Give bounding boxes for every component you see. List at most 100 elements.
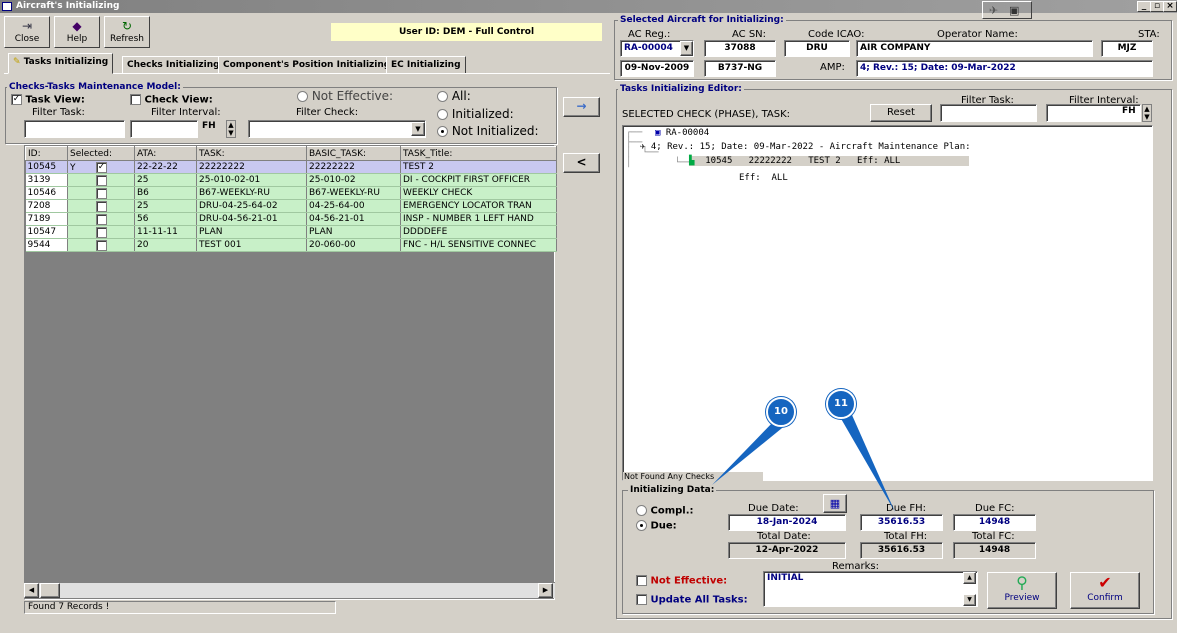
cell-task: DRU-04-25-64-02 xyxy=(196,199,307,213)
due-fc-field[interactable]: 14948 xyxy=(953,514,1036,531)
help-button[interactable]: ◆ Help xyxy=(54,16,100,48)
tree-node-eff[interactable]: Eff: ALL xyxy=(739,173,788,183)
row-select-checkbox[interactable] xyxy=(96,239,107,251)
task-view-toggle[interactable]: ✓ Task View: xyxy=(11,94,85,106)
column-header[interactable]: TASK_Title: xyxy=(400,146,557,161)
all-radio[interactable]: All: xyxy=(437,89,471,103)
add-task-arrow-button[interactable]: → xyxy=(563,97,600,117)
remove-task-arrow-button[interactable]: < xyxy=(563,153,600,173)
radio-icon xyxy=(297,91,308,102)
not-effective-checkbox[interactable] xyxy=(636,575,647,586)
tab-checks-initializing[interactable]: Checks Initializing xyxy=(122,56,225,74)
tab-ec-initializing[interactable]: EC Initializing xyxy=(386,56,466,74)
column-header[interactable]: ID: xyxy=(25,146,68,161)
ac-reg-label: AC Reg.: xyxy=(628,29,671,40)
radio-icon xyxy=(437,91,448,102)
column-header[interactable]: TASK: xyxy=(196,146,307,161)
update-all-checkbox[interactable] xyxy=(636,594,647,605)
compl-radio[interactable]: Compl.: xyxy=(636,505,694,517)
cell-task: 22222222 xyxy=(196,160,307,174)
due-date-label: Due Date: xyxy=(748,503,799,514)
check-view-label: Check View: xyxy=(144,94,213,106)
cell-task: B67-WEEKLY-RU xyxy=(196,186,307,200)
table-row[interactable]: 7208 25 DRU-04-25-64-02 04-25-64-00 EMERGENC… xyxy=(25,199,557,213)
tree-node-label: 4; Rev.: 15; Date: 09-Mar-2022 - Aircraf… xyxy=(650,142,971,152)
tab-component-position[interactable]: Component's Position Initializing xyxy=(218,56,396,74)
editor-filter-task-input[interactable] xyxy=(940,104,1037,122)
table-row[interactable]: 10546 B6 B67-WEEKLY-RU B67-WEEKLY-RU WEEKLY … xyxy=(25,186,557,200)
row-select-checkbox[interactable] xyxy=(96,187,107,199)
maximize-button[interactable]: ▫ xyxy=(1150,1,1164,12)
table-row[interactable]: 10545 Y ✓ 22-22-22 22222222 22222222 TEST 2 xyxy=(25,160,557,174)
table-header: ID: Selected: ATA: TASK: BASIC_TASK: TAS… xyxy=(25,146,557,161)
due-date-field[interactable]: 18-Jan-2024 xyxy=(728,514,846,531)
cell-task: DRU-04-56-21-01 xyxy=(196,212,307,226)
scroll-thumb[interactable] xyxy=(40,583,60,598)
callout-10: 10 xyxy=(766,397,796,427)
preview-button[interactable]: ⚲ Preview xyxy=(987,572,1057,609)
all-label: All: xyxy=(451,89,471,103)
window-icon[interactable]: ▣ xyxy=(1009,4,1019,17)
column-header[interactable]: Selected: xyxy=(67,146,135,161)
radio-selected-icon xyxy=(636,520,647,531)
reset-button[interactable]: Reset xyxy=(870,104,932,122)
check-view-checkbox[interactable] xyxy=(130,94,141,105)
calendar-icon[interactable]: ▦ xyxy=(823,494,847,513)
row-select-checkbox[interactable]: ✓ xyxy=(96,161,107,173)
chevron-down-icon[interactable]: ▼ xyxy=(411,122,425,136)
table-row[interactable]: 3139 25 25-010-02-01 25-010-02 DI - COCKPIT … xyxy=(25,173,557,187)
horizontal-scrollbar[interactable]: ◀ ▶ xyxy=(24,582,555,598)
column-header[interactable]: ATA: xyxy=(134,146,197,161)
row-select-checkbox[interactable] xyxy=(96,213,107,225)
tab-tasks-initializing[interactable]: ✎ Tasks Initializing xyxy=(8,53,114,74)
not-initialized-label: Not Initialized: xyxy=(451,124,539,138)
scroll-right-icon[interactable]: ▶ xyxy=(538,583,553,598)
initialized-radio[interactable]: Initialized: xyxy=(437,107,514,121)
table-row[interactable]: 7189 56 DRU-04-56-21-01 04-56-21-01 INSP - N… xyxy=(25,212,557,226)
table-row[interactable]: 9544 20 TEST 001 20-060-00 FNC - H/L SENSITI… xyxy=(25,238,557,252)
confirm-button[interactable]: ✔ Confirm xyxy=(1070,572,1140,609)
preview-label: Preview xyxy=(1004,593,1040,603)
table-row[interactable]: 10547 11-11-11 PLAN PLAN DDDDEFE xyxy=(25,225,557,239)
not-found-status: Not Found Any Checks xyxy=(623,472,763,482)
refresh-label: Refresh xyxy=(110,34,144,44)
cell-selected xyxy=(67,199,135,213)
tasks-table: ID: Selected: ATA: TASK: BASIC_TASK: TAS… xyxy=(25,146,557,252)
cell-task-title: WEEKLY CHECK xyxy=(400,186,557,200)
filter-interval-input[interactable] xyxy=(130,120,198,138)
tree-node-aircraft[interactable]: ▣ RA-00004 xyxy=(655,128,709,138)
row-select-checkbox[interactable] xyxy=(96,200,107,212)
task-view-checkbox[interactable]: ✓ xyxy=(11,94,22,105)
tree-node-plan[interactable]: ✈ 4; Rev.: 15; Date: 09-Mar-2022 - Aircr… xyxy=(640,142,971,152)
refresh-button[interactable]: ↻ Refresh xyxy=(104,16,150,48)
update-all-option[interactable]: Update All Tasks: xyxy=(636,594,748,606)
window-title: Aircraft's Initializing xyxy=(16,1,120,11)
row-select-checkbox[interactable] xyxy=(96,174,107,186)
minimize-button[interactable]: _ xyxy=(1137,1,1151,12)
remarks-textarea[interactable]: INITIAL xyxy=(763,571,978,607)
interval-spinner[interactable]: ▲ ▼ xyxy=(226,120,236,138)
scroll-left-icon[interactable]: ◀ xyxy=(24,583,39,598)
not-effective-radio[interactable]: Not Effective: xyxy=(297,89,393,103)
task-tree-view[interactable]: ┌── ├── │ └── │ └──── ▣ RA-00004 ✈ 4; Re… xyxy=(622,125,1153,481)
plane-icon[interactable]: ✈ xyxy=(989,4,998,17)
row-select-checkbox[interactable] xyxy=(96,226,107,238)
chevron-down-icon[interactable]: ▼ xyxy=(680,41,693,56)
due-radio[interactable]: Due: xyxy=(636,520,677,532)
filter-task-input[interactable] xyxy=(24,120,125,138)
due-fh-field[interactable]: 35616.53 xyxy=(860,514,943,531)
editor-interval-unit: FH xyxy=(1122,106,1136,116)
not-initialized-radio[interactable]: Not Initialized: xyxy=(437,124,539,138)
column-header[interactable]: BASIC_TASK: xyxy=(306,146,401,161)
remarks-value: INITIAL xyxy=(767,573,804,583)
tree-node-task[interactable]: ▙ 10545 22222222 TEST 2 Eff: ALL xyxy=(689,156,969,166)
not-effective-option[interactable]: Not Effective: xyxy=(636,575,727,587)
scroll-down-icon[interactable]: ▼ xyxy=(963,594,976,606)
magnifier-icon: ⚲ xyxy=(1016,573,1028,592)
scroll-up-icon[interactable]: ▲ xyxy=(963,572,976,584)
close-button[interactable]: ⇥ Close xyxy=(4,16,50,48)
check-view-toggle[interactable]: Check View: xyxy=(130,94,213,106)
editor-interval-spinner[interactable]: ▲ ▼ xyxy=(1142,104,1152,122)
filter-check-select[interactable] xyxy=(248,120,426,138)
close-window-button[interactable]: × xyxy=(1163,1,1177,12)
